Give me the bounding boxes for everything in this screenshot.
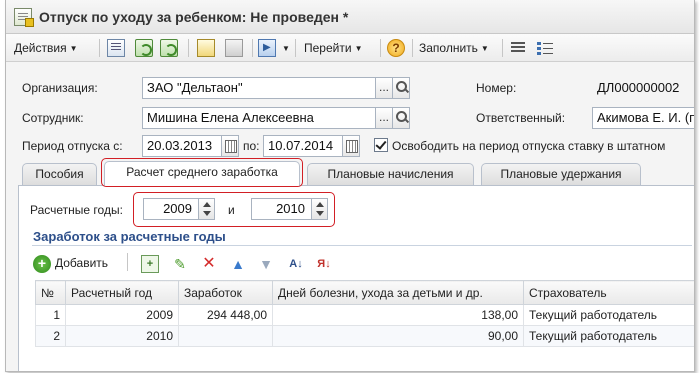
row-earnings[interactable]: 294 448,00: [178, 304, 273, 326]
year1-value: 2009: [163, 201, 192, 216]
column-header-insurer[interactable]: Страхователь: [523, 280, 694, 305]
post-and-close-icon[interactable]: [107, 39, 125, 57]
actions-menu[interactable]: Действия ▼: [14, 38, 78, 58]
year2-spinner[interactable]: 2010: [251, 198, 328, 220]
responsible-field[interactable]: Акимова Е. И. (п: [592, 107, 694, 129]
copy-row-icon[interactable]: +: [141, 255, 159, 273]
add-row-button[interactable]: Добавить: [55, 254, 108, 274]
org-field[interactable]: ЗАО "Дельтаон": [142, 77, 376, 99]
row-insurer[interactable]: Текущий работодатель: [523, 304, 694, 326]
document-window: Отпуск по уходу за ребенком: Не проведен…: [5, 0, 695, 372]
document-icon: [14, 8, 34, 27]
chevron-down-icon: ▼: [69, 43, 78, 53]
post-document-icon[interactable]: [160, 39, 178, 57]
fill-menu[interactable]: Заполнить ▼: [419, 38, 489, 58]
sort-ascending-icon[interactable]: A↓: [287, 255, 305, 273]
actions-label: Действия: [14, 41, 67, 55]
structure-icon[interactable]: [536, 39, 554, 57]
number-label: Номер:: [476, 81, 517, 95]
toolbar-divider: [127, 253, 128, 271]
number-field[interactable]: ДЛ000000002: [592, 77, 694, 99]
row-days[interactable]: 90,00: [272, 325, 524, 347]
period-to-field[interactable]: 10.07.2014: [263, 135, 343, 157]
year1-spinner[interactable]: 2009: [143, 198, 215, 220]
chevron-down-icon: ▼: [480, 43, 489, 53]
tab-planned-accruals[interactable]: Плановые начисления: [307, 163, 474, 185]
tab-planned-deductions[interactable]: Плановые удержания: [481, 163, 641, 185]
org-select-button[interactable]: ...: [375, 77, 393, 99]
release-rate-checkbox[interactable]: [374, 138, 388, 152]
calendar-icon[interactable]: [221, 135, 239, 157]
toolbar-divider: [252, 39, 253, 57]
toolbar-divider: [188, 39, 189, 57]
row-number[interactable]: 2: [35, 325, 66, 347]
sort-descending-icon[interactable]: Я↓: [315, 255, 333, 273]
and-label: и: [228, 203, 235, 217]
section-title: Заработок за расчетные годы: [33, 229, 226, 244]
org-open-icon[interactable]: [392, 77, 410, 99]
row-days[interactable]: 138,00: [272, 304, 524, 326]
tab-average-earnings[interactable]: Расчет среднего заработка: [104, 161, 300, 186]
based-on-icon[interactable]: [258, 39, 276, 57]
edit-row-icon[interactable]: ✎: [171, 255, 189, 273]
goto-menu[interactable]: Перейти ▼: [304, 38, 362, 58]
toolbar: Действия▼ ▼ Перейти▼ ? Заполнить▼: [6, 34, 694, 62]
responsible-label: Ответственный:: [476, 111, 566, 125]
row-year[interactable]: 2009: [65, 304, 179, 326]
move-down-icon[interactable]: ▼: [257, 255, 275, 273]
fill-label: Заполнить: [419, 41, 478, 55]
goto-label: Перейти: [304, 41, 352, 55]
row-earnings[interactable]: [178, 325, 273, 347]
delete-row-icon[interactable]: ✕: [200, 255, 218, 273]
release-rate-label: Освободить на период отпуска ставку в шт…: [392, 139, 666, 153]
period-to-label: по:: [243, 139, 260, 153]
years-label: Расчетные годы:: [30, 203, 123, 217]
period-from-label: Период отпуска с:: [22, 139, 123, 153]
row-insurer[interactable]: Текущий работодатель: [523, 325, 694, 347]
based-on-dropdown[interactable]: ▼: [279, 38, 290, 58]
add-icon[interactable]: +: [33, 255, 51, 273]
copy-document-icon[interactable]: [197, 39, 215, 57]
toolbar-divider: [412, 39, 413, 57]
column-header-earnings[interactable]: Заработок: [178, 280, 273, 305]
refresh-icon[interactable]: [135, 39, 153, 57]
delete-document-icon[interactable]: [225, 39, 243, 57]
spin-arrows-icon[interactable]: [311, 199, 327, 219]
toolbar-divider: [295, 39, 296, 57]
move-up-icon[interactable]: ▲: [229, 255, 247, 273]
window-title: Отпуск по уходу за ребенком: Не проведен…: [39, 9, 349, 25]
earnings-table: № Расчетный год Заработок Дней болезни, …: [35, 280, 694, 347]
toolbar-divider: [502, 39, 503, 57]
column-header-number[interactable]: №: [35, 280, 66, 305]
org-label: Организация:: [22, 81, 98, 95]
row-year[interactable]: 2010: [65, 325, 179, 347]
chevron-down-icon: ▼: [354, 43, 363, 53]
employee-select-button[interactable]: ...: [375, 107, 393, 129]
employee-label: Сотрудник:: [22, 111, 84, 125]
period-from-field[interactable]: 20.03.2013: [142, 135, 222, 157]
tab-benefits[interactable]: Пособия: [22, 163, 97, 185]
help-icon[interactable]: ?: [387, 39, 405, 57]
year2-value: 2010: [276, 201, 305, 216]
table-row[interactable]: 1 2009 294 448,00 138,00 Текущий работод…: [35, 304, 694, 326]
table-row[interactable]: 2 2010 90,00 Текущий работодатель: [35, 325, 694, 347]
row-number[interactable]: 1: [35, 304, 66, 326]
section-divider: [32, 245, 692, 246]
spin-arrows-icon[interactable]: [198, 199, 214, 219]
calendar-icon[interactable]: [342, 135, 360, 157]
column-header-year[interactable]: Расчетный год: [65, 280, 179, 305]
movements-icon[interactable]: [509, 39, 527, 57]
chevron-down-icon: ▼: [282, 43, 290, 53]
toolbar-divider: [99, 39, 100, 57]
toolbar-divider: [380, 39, 381, 57]
table-header-row: № Расчетный год Заработок Дней болезни, …: [35, 280, 694, 305]
employee-open-icon[interactable]: [392, 107, 410, 129]
title-bar: Отпуск по уходу за ребенком: Не проведен…: [6, 0, 694, 34]
column-header-days[interactable]: Дней болезни, ухода за детьми и др.: [272, 280, 524, 305]
employee-field[interactable]: Мишина Елена Алексеевна: [142, 107, 376, 129]
